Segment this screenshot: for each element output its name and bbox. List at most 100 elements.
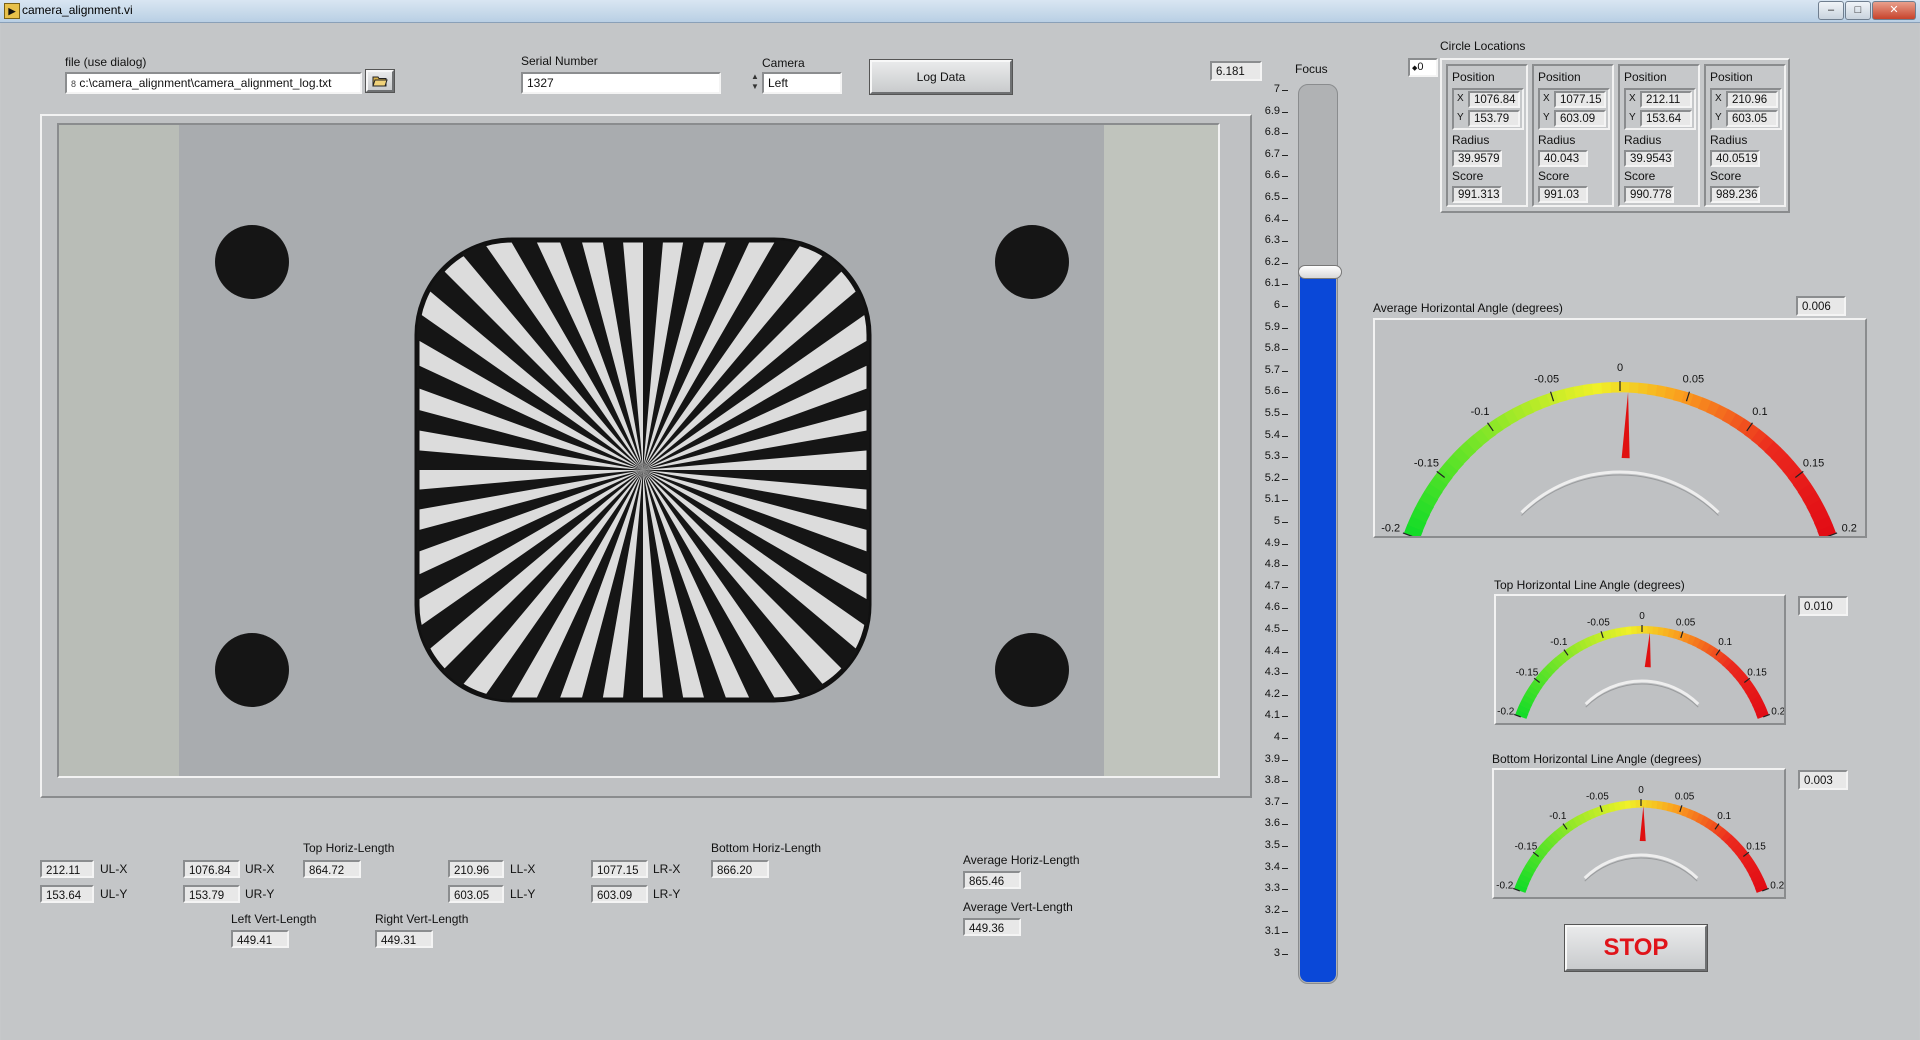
radius-label: Radius [1624,133,1662,147]
position-label: Position [1710,70,1753,84]
focus-tick-mark [1282,932,1288,934]
focus-tick-mark [1282,154,1288,156]
focus-tick-label: 6.6 [1264,169,1280,182]
focus-tick-label: 6.2 [1264,255,1280,268]
score-label: Score [1452,169,1484,183]
top-angle-gauge: -0.2 -0.15 -0.1 -0.05 0 0.05 0.1 0.15 0.2 [1494,594,1786,725]
focus-tick-label: 5.2 [1264,471,1280,484]
close-button[interactable]: ✕ [1872,1,1916,20]
serial-number-input[interactable]: 1327 [521,72,721,94]
radius-label: Radius [1538,133,1576,147]
gauge-hub-shadow [1584,857,1698,882]
minimize-button[interactable]: – [1818,1,1844,20]
circle-location-cluster: Position X 212.11 Y 153.64 Radius 39.9543 Score… [1618,64,1700,207]
gauge-scale-label: 0.15 [1747,668,1767,679]
gauge-scale-label: 0.05 [1675,792,1695,803]
folder-open-icon[interactable] [366,70,394,92]
right-vert-length-label: Right Vert-Length [375,912,469,926]
x-label: X [1629,93,1636,104]
circle-array-index[interactable]: ◆0 [1408,58,1438,77]
focus-tick-label: 3.5 [1264,839,1280,851]
score-value: 991.03 [1538,186,1588,203]
focus-tick-label: 3.1 [1264,925,1280,938]
gauge-needle[interactable] [1639,806,1646,842]
focus-tick-mark [1282,435,1288,437]
focus-slider-thumb[interactable] [1298,264,1342,279]
top-angle-label: Top Horizontal Line Angle (degrees) [1494,578,1685,592]
log-data-button[interactable]: Log Data [870,60,1012,94]
focus-tick-mark [1282,651,1288,653]
bottom-angle-value: 0.003 [1798,770,1848,790]
ul-x-label: UL-X [100,862,128,876]
circle-locations-label: Circle Locations [1440,39,1526,53]
bottom-angle-gauge: -0.2 -0.15 -0.1 -0.05 0 0.05 0.1 0.15 0.2 [1492,768,1786,899]
position-label: Position [1624,70,1667,84]
gauge-scale-label: 0.05 [1676,618,1696,629]
camera-select[interactable]: Left [762,72,842,94]
position-cluster: X 212.11 Y 153.64 [1624,88,1696,130]
focus-label: Focus [1295,62,1328,76]
y-label: Y [1457,112,1464,123]
file-path-input[interactable]: 8 c:\camera_alignment\camera_alignment_l… [65,72,362,94]
bottom-horiz-length-value: 866.20 [711,860,769,878]
gauge-color-band-segment [1631,626,1638,635]
focus-tick-mark [1282,349,1288,351]
focus-slider-track[interactable] [1298,84,1342,984]
path-type-glyph: 8 [71,79,77,89]
focus-tick-label: 4.6 [1264,601,1280,614]
gauge-needle[interactable] [1621,392,1630,459]
ll-y-label: LL-Y [510,887,536,901]
focus-tick-label: 5.4 [1264,428,1280,441]
y-label: Y [1715,112,1722,123]
stop-button[interactable]: STOP [1565,925,1707,971]
radius-value: 39.9579 [1452,150,1502,167]
ur-y-label: UR-Y [245,887,275,901]
y-label: Y [1629,112,1636,123]
focus-tick-label: 3.8 [1264,774,1280,787]
score-label: Score [1624,169,1656,183]
score-value: 991.313 [1452,186,1502,203]
focus-tick-mark [1282,910,1288,912]
camera-label: Camera [762,56,805,70]
gauge-color-band-segment [1628,382,1640,394]
avg-angle-gauge-dial: -0.2 -0.15 -0.1 -0.05 0 0.05 0.1 0.15 0.2 [1381,362,1857,540]
camera-image[interactable] [57,123,1220,778]
focus-tick-label: 7 [1273,83,1280,95]
top-angle-gauge-dial: -0.2 -0.15 -0.1 -0.05 0 0.05 0.1 0.15 0.2 [1497,611,1786,719]
calibration-target-image [59,125,1218,776]
focus-tick-mark [1282,694,1288,696]
focus-scale: 7 6.9 6.8 6.7 6.6 6.5 6.4 6.3 6.2 6.1 6 5.9 5.8 5.7 5.… [1250,82,1290,982]
gauge-scale-label: -0.05 [1587,618,1610,629]
focus-tick-label: 5 [1273,515,1280,527]
focus-tick-label: 4 [1273,731,1280,743]
focus-tick-label: 6.3 [1264,234,1280,247]
x-label: X [1543,93,1550,104]
window-title-bar: ▶ camera_alignment.vi – □ ✕ [0,0,1920,23]
y-value: 603.09 [1554,110,1606,127]
focus-tick-mark [1282,673,1288,675]
gauge-color-band-segment [1620,382,1630,393]
gauge-hub-shadow [1585,683,1699,708]
circle-locations-array: Position X 1076.84 Y 153.79 Radius 39.9579 Scor… [1440,58,1790,213]
gauge-color-band-segment [1624,800,1631,809]
circle-location-cluster: Position X 210.96 Y 603.05 Radius 40.0519 Score… [1704,64,1786,207]
gauge-scale-label: 0.1 [1718,637,1732,648]
bottom-horiz-length-label: Bottom Horiz-Length [711,841,822,855]
focus-tick-label: 5.6 [1264,385,1280,398]
focus-tick-label: 6 [1273,299,1280,311]
focus-tick-mark [1282,824,1288,826]
camera-ring-increment[interactable]: ▲ ▼ [749,72,761,94]
avg-horiz-length-label: Average Horiz-Length [963,853,1080,867]
focus-tick-mark [1282,392,1288,394]
gauge-scale-label: 0.15 [1746,842,1766,853]
focus-tick-mark [1282,608,1288,610]
serial-number-label: Serial Number [521,54,598,68]
focus-tick-mark [1282,262,1288,264]
focus-tick-label: 3.4 [1264,860,1280,873]
left-vert-length-value: 449.41 [231,930,289,948]
focus-tick-label: 5.9 [1264,320,1280,333]
focus-tick-label: 6.8 [1264,126,1280,139]
gauge-needle[interactable] [1644,632,1651,668]
maximize-button[interactable]: □ [1845,1,1871,20]
gauge-scale-label: -0.15 [1515,842,1538,853]
